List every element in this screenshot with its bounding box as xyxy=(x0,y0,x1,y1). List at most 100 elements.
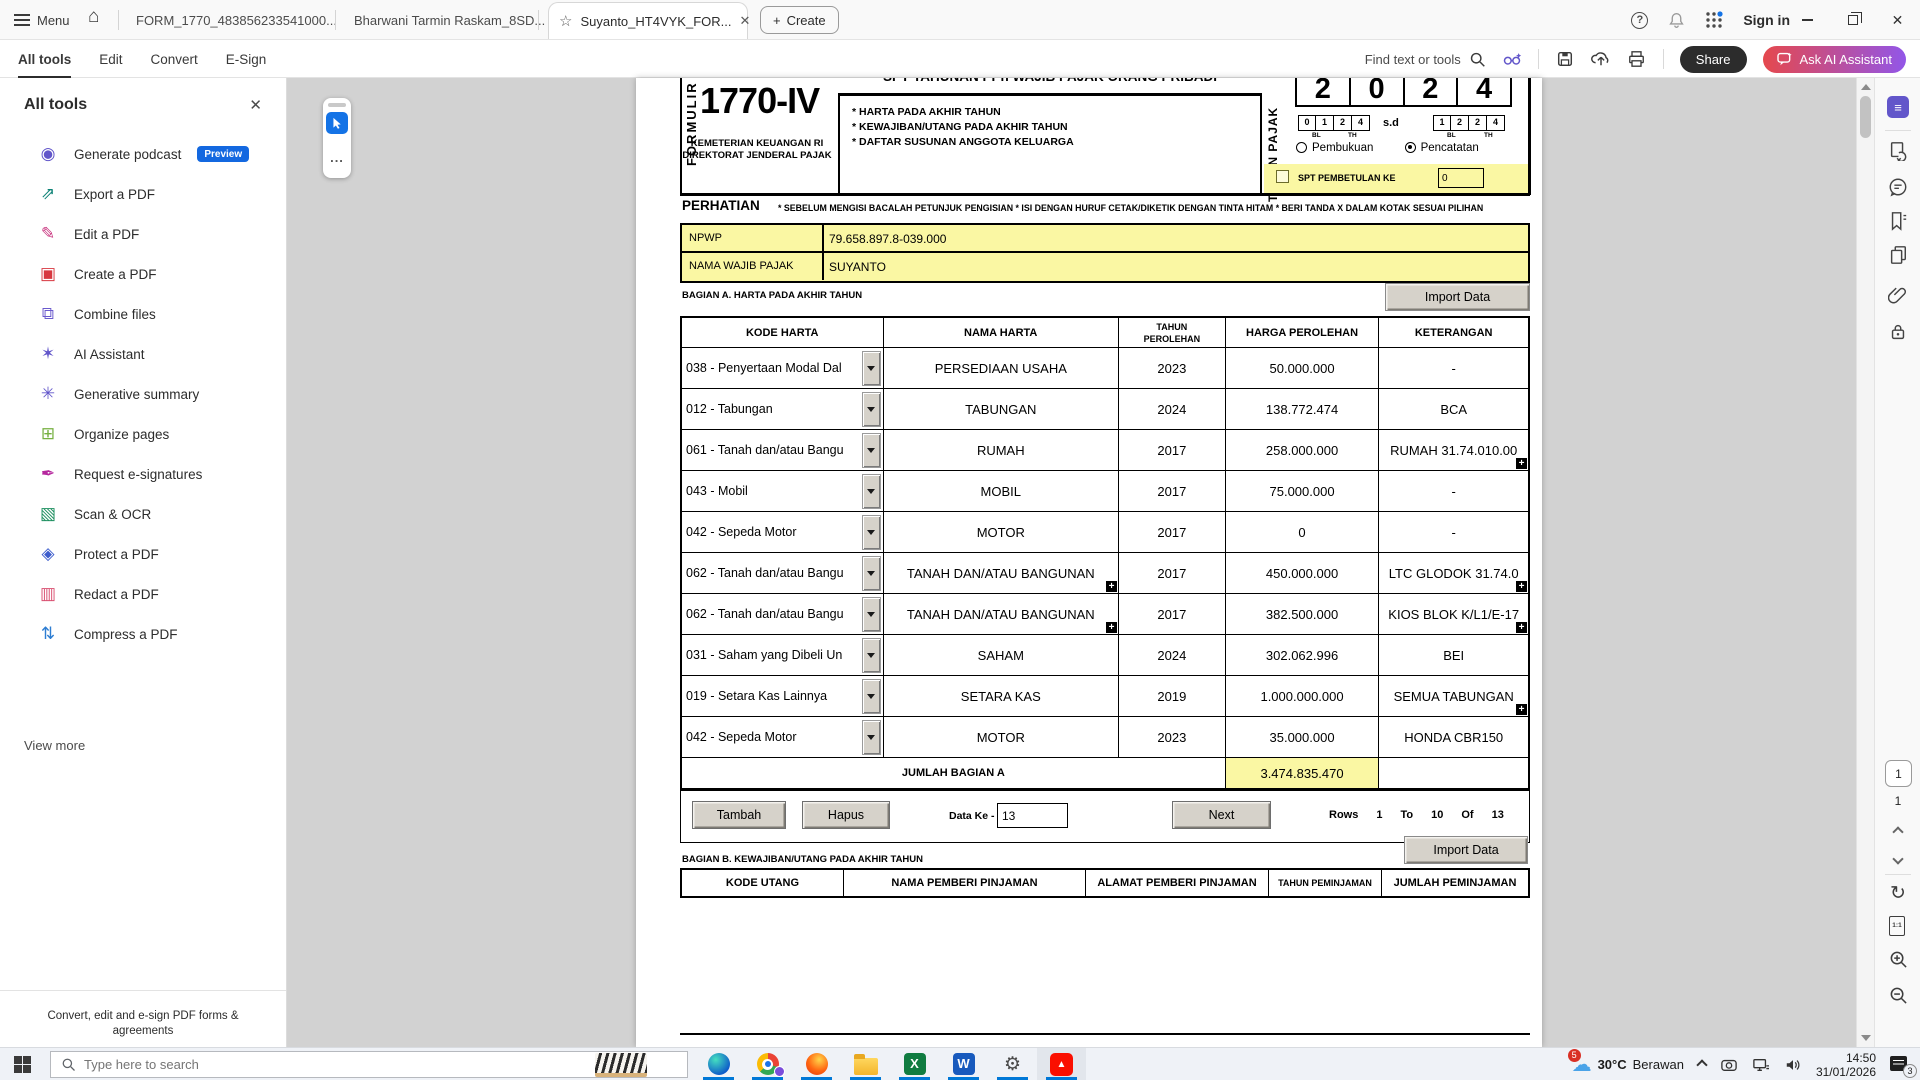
tambah-button[interactable]: Tambah xyxy=(692,801,786,829)
kode-harta-cell[interactable]: 012 - Tabungan xyxy=(682,389,884,429)
taskbar-excel[interactable]: X xyxy=(890,1048,939,1080)
tahun-perolehan-cell[interactable]: 2024 xyxy=(1119,635,1226,675)
period-cell[interactable]: 1 xyxy=(1433,115,1451,131)
kode-harta-cell[interactable]: 042 - Sepeda Motor xyxy=(682,512,884,552)
kode-harta-cell[interactable]: 062 - Tanah dan/atau Bangu xyxy=(682,594,884,634)
zoom-out-icon[interactable] xyxy=(1875,986,1920,1005)
weather-widget[interactable]: ☁ 5 30°C Berawan xyxy=(1567,1049,1684,1077)
menu-esign[interactable]: E-Sign xyxy=(226,40,267,78)
protect-lock-icon[interactable] xyxy=(1887,321,1909,343)
nama-value-field[interactable]: SUYANTO xyxy=(822,252,1528,280)
scrollbar-thumb[interactable] xyxy=(1860,96,1871,138)
share-button[interactable]: Share xyxy=(1679,45,1747,73)
period-cell[interactable]: 4 xyxy=(1487,115,1505,131)
tahun-perolehan-cell[interactable]: 2017 xyxy=(1119,512,1226,552)
dropdown-arrow-button[interactable] xyxy=(861,678,881,714)
tab-form-1770[interactable]: FORM_1770_483856233541000... xyxy=(126,0,347,40)
pembetulan-checkbox[interactable] xyxy=(1276,170,1289,183)
kode-harta-cell[interactable]: 061 - Tanah dan/atau Bangu xyxy=(682,430,884,470)
view-more-link[interactable]: View more xyxy=(24,738,85,753)
sidebar-tool-item[interactable]: ✶ AI Assistant xyxy=(0,334,286,374)
dropdown-arrow-button[interactable] xyxy=(861,596,881,632)
sidebar-tool-item[interactable]: ⊞ Organize pages xyxy=(0,414,286,454)
start-button[interactable] xyxy=(14,1056,31,1073)
period-cell[interactable]: 2 xyxy=(1451,115,1469,131)
tahun-perolehan-cell[interactable]: 2024 xyxy=(1119,389,1226,429)
dropdown-arrow-button[interactable] xyxy=(861,637,881,673)
palette-drag-handle[interactable] xyxy=(328,103,346,107)
harga-perolehan-cell[interactable]: 302.062.996 xyxy=(1226,635,1380,675)
notification-center[interactable]: 3 xyxy=(1890,1055,1917,1078)
taskbar-chrome[interactable] xyxy=(743,1048,792,1080)
kode-harta-cell[interactable]: 043 - Mobil xyxy=(682,471,884,511)
zoom-in-icon[interactable] xyxy=(1875,950,1920,969)
sidebar-tool-item[interactable]: ▣ Create a PDF xyxy=(0,254,286,294)
nama-harta-cell[interactable]: MOBIL + xyxy=(884,471,1119,511)
nama-harta-cell[interactable]: PERSEDIAAN USAHA + xyxy=(884,348,1119,388)
tahun-perolehan-cell[interactable]: 2017 xyxy=(1119,430,1226,470)
kode-harta-cell[interactable]: 042 - Sepeda Motor xyxy=(682,717,884,757)
kode-harta-cell[interactable]: 062 - Tanah dan/atau Bangu xyxy=(682,553,884,593)
menu-button[interactable]: Menu xyxy=(14,8,70,32)
home-icon[interactable]: ⌂ xyxy=(88,6,99,28)
tray-expand-chevron[interactable] xyxy=(1696,1058,1708,1071)
period-cell[interactable]: 2 xyxy=(1334,115,1352,131)
minimize-button[interactable] xyxy=(1785,0,1830,40)
sidebar-tool-item[interactable]: ▥ Redact a PDF xyxy=(0,574,286,614)
overflow-plus-icon[interactable]: + xyxy=(1516,622,1527,633)
radio-pencatatan-selected[interactable] xyxy=(1404,142,1416,153)
taskbar-word[interactable]: W xyxy=(939,1048,988,1080)
harga-perolehan-cell[interactable]: 382.500.000 xyxy=(1226,594,1380,634)
tahun-perolehan-cell[interactable]: 2023 xyxy=(1119,348,1226,388)
overflow-plus-icon[interactable]: + xyxy=(1106,581,1117,592)
keterangan-cell[interactable]: BEI + xyxy=(1379,635,1528,675)
year-digit[interactable]: 2 xyxy=(1297,78,1351,105)
nama-harta-cell[interactable]: SAHAM + xyxy=(884,635,1119,675)
keterangan-cell[interactable]: HONDA CBR150 + xyxy=(1379,717,1528,757)
dropdown-arrow-button[interactable] xyxy=(861,719,881,755)
upload-cloud-icon[interactable] xyxy=(1590,49,1611,69)
keterangan-cell[interactable]: SEMUA TABUNGAN + xyxy=(1379,676,1528,716)
find-text-control[interactable]: Find text or tools xyxy=(1365,51,1486,68)
taskbar-settings[interactable]: ⚙ xyxy=(988,1048,1037,1080)
harga-perolehan-cell[interactable]: 35.000.000 xyxy=(1226,717,1380,757)
overflow-plus-icon[interactable]: + xyxy=(1516,704,1527,715)
harga-perolehan-cell[interactable]: 258.000.000 xyxy=(1226,430,1380,470)
pembetulan-input[interactable] xyxy=(1438,168,1484,188)
vertical-scrollbar[interactable] xyxy=(1856,78,1874,1047)
scroll-down-arrow[interactable] xyxy=(1861,1035,1871,1041)
sidebar-tool-item[interactable]: ⇅ Compress a PDF xyxy=(0,614,286,654)
pages-icon[interactable] xyxy=(1887,244,1909,266)
search-input[interactable] xyxy=(84,1057,464,1072)
keterangan-cell[interactable]: LTC GLODOK 31.74.0 + xyxy=(1379,553,1528,593)
keterangan-cell[interactable]: KIOS BLOK K/L1/E-17 + xyxy=(1379,594,1528,634)
keterangan-cell[interactable]: RUMAH 31.74.010.00 + xyxy=(1379,430,1528,470)
next-button[interactable]: Next xyxy=(1172,801,1271,829)
export-pdf-icon[interactable] xyxy=(1887,140,1909,162)
tab-suyanto-active[interactable]: ☆ Suyanto_HT4VYK_FOR... ✕ xyxy=(548,2,750,39)
nama-harta-cell[interactable]: MOTOR + xyxy=(884,717,1119,757)
ask-ai-assistant-button[interactable]: Ask AI Assistant xyxy=(1762,45,1906,73)
menu-all-tools[interactable]: All tools xyxy=(18,40,72,78)
keterangan-cell[interactable]: - + xyxy=(1379,471,1528,511)
meet-now-icon[interactable] xyxy=(1720,1057,1738,1073)
clock-widget[interactable]: 14:50 31/01/2026 xyxy=(1816,1051,1876,1079)
period-cell[interactable]: 0 xyxy=(1298,115,1316,131)
close-window-button[interactable]: ✕ xyxy=(1875,0,1920,40)
year-digit[interactable]: 0 xyxy=(1351,78,1405,105)
volume-icon[interactable] xyxy=(1784,1057,1802,1073)
attachment-icon[interactable] xyxy=(1887,283,1909,305)
app-grid-icon[interactable] xyxy=(1705,11,1723,29)
dropdown-arrow-button[interactable] xyxy=(861,473,881,509)
nama-harta-cell[interactable]: TANAH DAN/ATAU BANGUNAN + xyxy=(884,553,1119,593)
ai-glasses-icon[interactable] xyxy=(1502,49,1522,69)
period-cell[interactable]: 2 xyxy=(1469,115,1487,131)
nama-harta-cell[interactable]: TANAH DAN/ATAU BANGUNAN + xyxy=(884,594,1119,634)
sidebar-tool-item[interactable]: ⧉ Combine files xyxy=(0,294,286,334)
tahun-perolehan-cell[interactable]: 2019 xyxy=(1119,676,1226,716)
year-digit[interactable]: 2 xyxy=(1405,78,1459,105)
kode-harta-cell[interactable]: 038 - Penyertaan Modal Dal xyxy=(682,348,884,388)
dropdown-arrow-button[interactable] xyxy=(861,555,881,591)
taskbar-edge[interactable] xyxy=(694,1048,743,1080)
search-highlight-zebra-image[interactable] xyxy=(595,1053,647,1077)
